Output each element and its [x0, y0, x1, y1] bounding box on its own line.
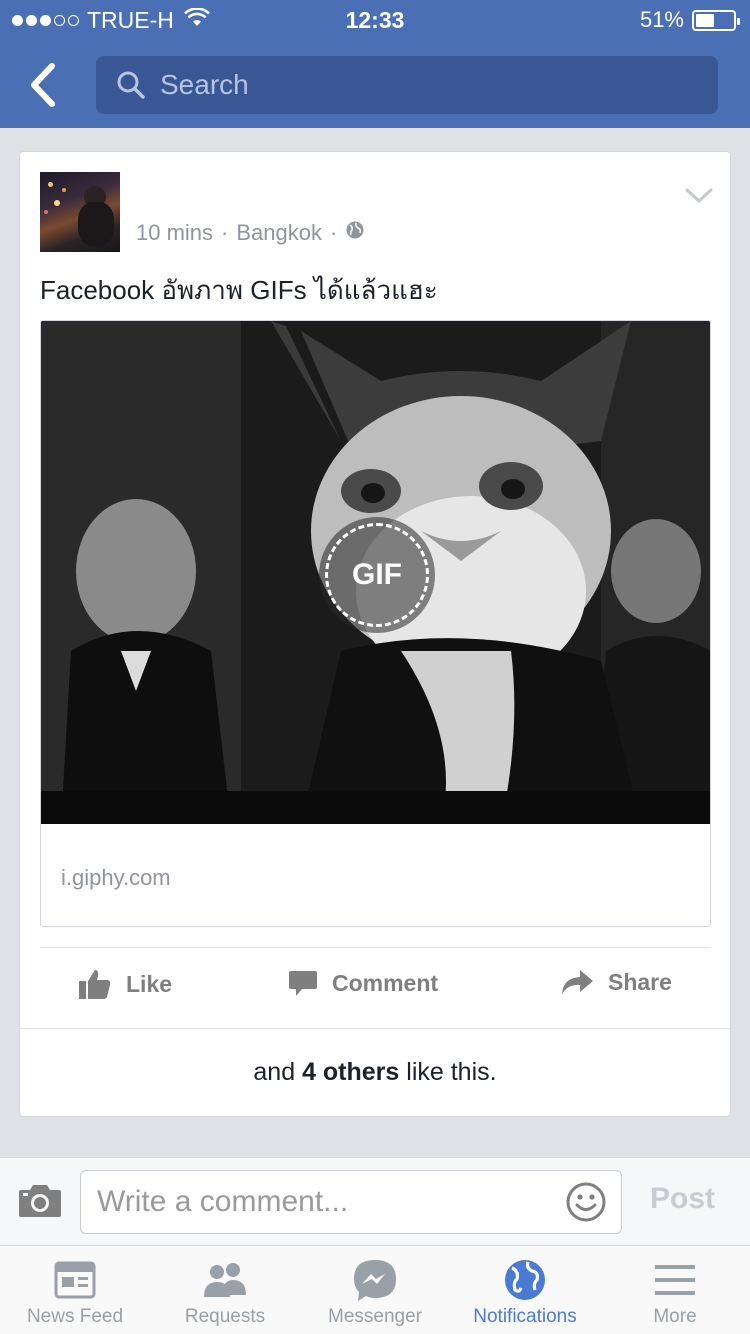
battery-level [696, 13, 714, 27]
link-attachment[interactable]: GIF i.giphy.com [40, 320, 711, 927]
likes-summary[interactable]: and 4 others like this. [20, 1028, 730, 1116]
search-input[interactable] [160, 69, 660, 101]
location[interactable]: Bangkok [236, 220, 322, 246]
chevron-down-icon [685, 188, 713, 204]
menu-icon [655, 1265, 695, 1295]
avatar[interactable] [40, 172, 120, 252]
post-button[interactable]: Post [650, 1182, 715, 1216]
action-bar: Like Comment Share [20, 958, 732, 1020]
requests-icon [204, 1263, 246, 1297]
comment-composer: Post [0, 1157, 750, 1245]
comment-icon [289, 971, 317, 996]
post-text: Facebook อัพภาพ GIFs ได้แล้วแฮะ [40, 275, 438, 305]
post-card: 10 mins · Bangkok · Facebook อัพภาพ GIFs… [19, 151, 731, 1117]
link-domain: i.giphy.com [61, 865, 171, 890]
globe-icon [505, 1260, 545, 1300]
likes-count[interactable]: 4 others [302, 1058, 399, 1087]
battery-icon [692, 9, 740, 31]
tab-more[interactable]: More [600, 1246, 750, 1334]
share-button[interactable]: Share [560, 968, 672, 996]
battery-percent: 51% [639, 7, 684, 32]
tab-messenger[interactable]: Messenger [300, 1246, 450, 1334]
news-feed-icon [54, 1261, 96, 1299]
timestamp[interactable]: 10 mins [136, 220, 213, 246]
gif-image[interactable]: GIF [41, 321, 710, 824]
emoji-button[interactable] [565, 1181, 607, 1223]
globe-icon [345, 220, 365, 246]
camera-button[interactable] [18, 1182, 62, 1222]
search-bar[interactable] [96, 56, 718, 114]
messenger-icon [354, 1260, 396, 1301]
post-options-button[interactable] [684, 186, 714, 206]
divider [40, 947, 711, 948]
smiley-icon [566, 1182, 606, 1222]
clock: 12:33 [345, 7, 405, 33]
share-arrow-icon [562, 970, 593, 994]
thumbs-up-icon [79, 970, 111, 999]
comment-field-wrapper [80, 1170, 622, 1234]
gif-play-button[interactable]: GIF [319, 517, 435, 633]
tab-requests[interactable]: Requests [150, 1246, 300, 1334]
camera-icon [19, 1185, 61, 1217]
status-bar: TRUE-H 12:33 51% [0, 0, 750, 40]
comment-button[interactable]: Comment [288, 968, 438, 998]
search-icon [117, 71, 145, 99]
back-button[interactable] [22, 60, 70, 110]
tab-news-feed[interactable]: News Feed [0, 1246, 150, 1334]
tab-bar: News Feed Requests Messenger Notificatio… [0, 1245, 750, 1334]
post-meta: 10 mins · Bangkok · [136, 220, 365, 246]
gif-badge: GIF [352, 558, 402, 591]
tab-notifications[interactable]: Notifications [450, 1246, 600, 1334]
comment-input[interactable] [97, 1185, 537, 1219]
top-header: TRUE-H 12:33 51% [0, 0, 750, 128]
like-button[interactable]: Like [78, 968, 172, 1000]
author-name[interactable] [136, 176, 436, 202]
chevron-left-icon [31, 63, 55, 107]
